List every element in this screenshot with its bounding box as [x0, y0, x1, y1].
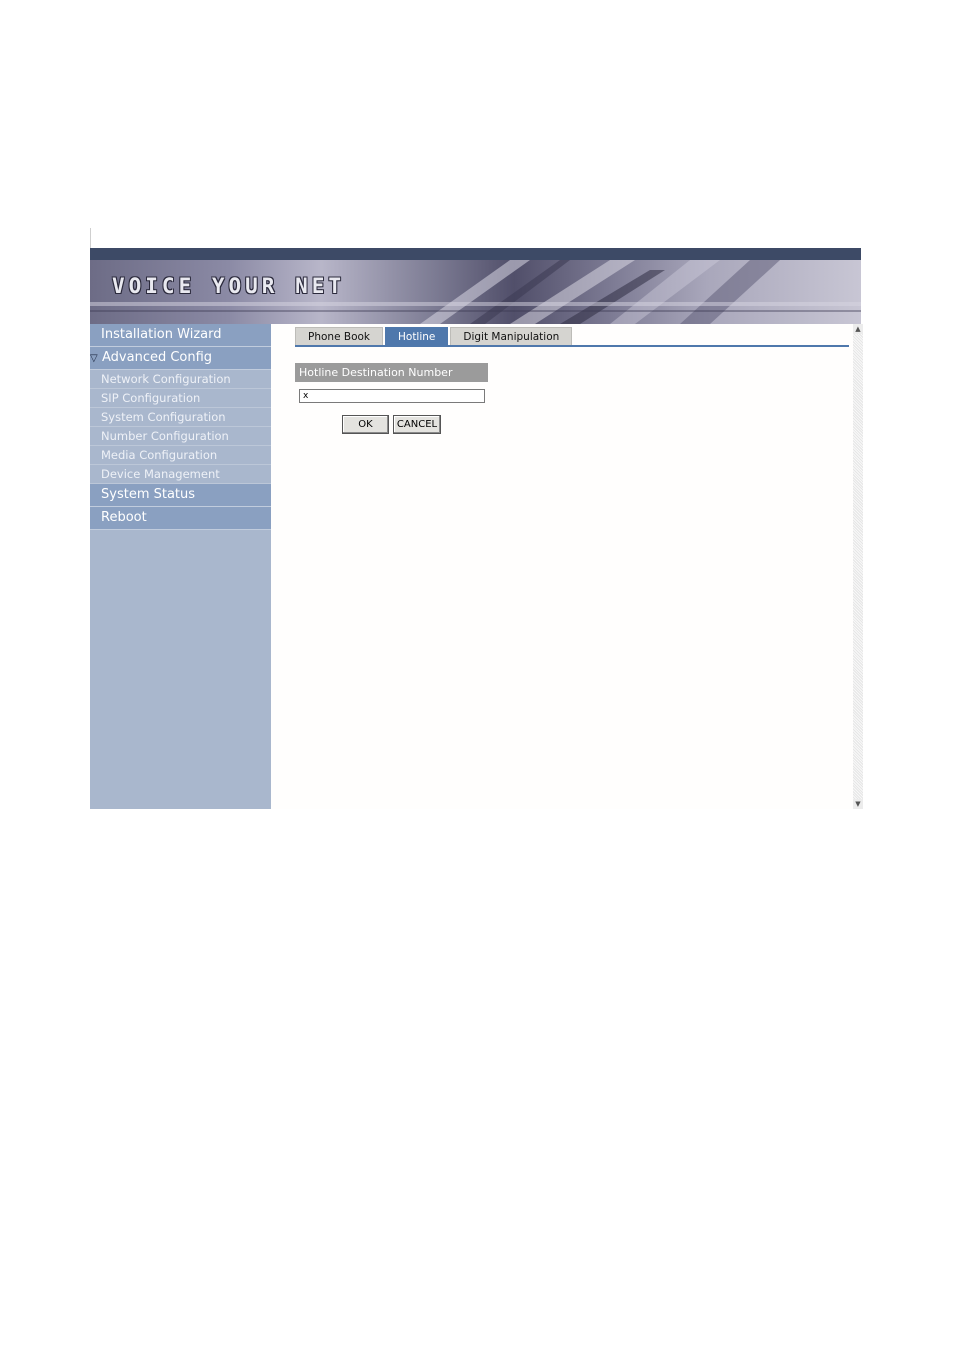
hotline-destination-input[interactable]: [299, 389, 485, 403]
header-banner: VOICE YOUR NET: [90, 260, 861, 324]
nav-advanced-config[interactable]: ▽ Advanced Config: [90, 347, 271, 370]
cancel-button[interactable]: CANCEL: [393, 415, 441, 434]
nav-number-configuration[interactable]: Number Configuration: [90, 427, 271, 446]
tab-underline: [295, 345, 849, 347]
nav-advanced-config-label: Advanced Config: [102, 350, 213, 365]
nav-network-configuration[interactable]: Network Configuration: [90, 370, 271, 389]
hotline-destination-label: Hotline Destination Number: [295, 363, 488, 382]
ok-button[interactable]: OK: [342, 415, 389, 434]
banner-logo-text: VOICE YOUR NET: [112, 274, 346, 298]
vertical-scrollbar[interactable]: ▲ ▼: [853, 324, 863, 809]
tab-hotline[interactable]: Hotline: [385, 327, 449, 346]
sidebar: Installation Wizard ▽ Advanced Config Net…: [90, 324, 271, 809]
nav-reboot[interactable]: Reboot: [90, 507, 271, 530]
tab-phone-book[interactable]: Phone Book: [295, 327, 383, 346]
nav-device-management[interactable]: Device Management: [90, 465, 271, 484]
tab-bar: Phone Book Hotline Digit Manipulation: [295, 327, 573, 346]
frame-edge: [90, 228, 91, 248]
tab-digit-manipulation[interactable]: Digit Manipulation: [450, 327, 573, 346]
top-bar: [90, 248, 861, 260]
triangle-down-icon: ▽: [90, 353, 98, 364]
nav-system-status[interactable]: System Status: [90, 484, 271, 507]
main-content: Phone Book Hotline Digit Manipulation Ho…: [271, 324, 853, 809]
nav-system-configuration[interactable]: System Configuration: [90, 408, 271, 427]
scroll-down-arrow-icon[interactable]: ▼: [853, 799, 863, 809]
app-window: VOICE YOUR NET Installation Wizard ▽ Adva…: [90, 248, 863, 809]
nav-sip-configuration[interactable]: SIP Configuration: [90, 389, 271, 408]
nav-installation-wizard[interactable]: Installation Wizard: [90, 324, 271, 347]
scroll-up-arrow-icon[interactable]: ▲: [853, 324, 863, 334]
nav-media-configuration[interactable]: Media Configuration: [90, 446, 271, 465]
